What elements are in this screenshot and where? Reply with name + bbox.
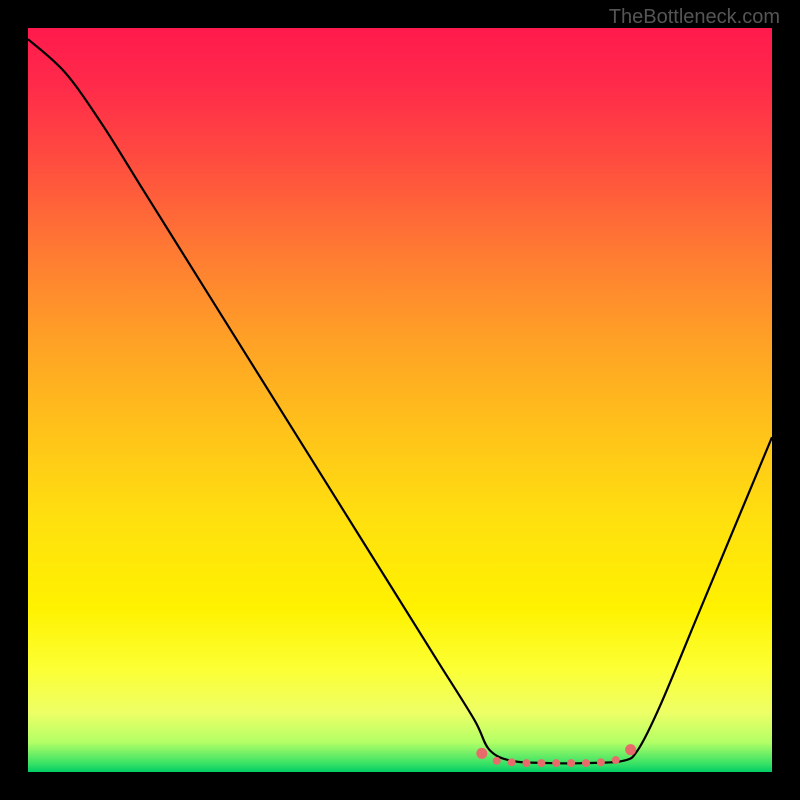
valley-marker-point xyxy=(508,758,516,766)
valley-marker-point xyxy=(537,759,545,767)
chart-plot-area xyxy=(28,28,772,772)
bottleneck-curve xyxy=(28,39,772,763)
valley-marker-point xyxy=(597,758,605,766)
valley-marker-point xyxy=(567,759,575,767)
valley-marker-point xyxy=(552,759,560,767)
valley-marker-point xyxy=(522,759,530,767)
valley-marker-point xyxy=(582,759,590,767)
valley-marker-point xyxy=(493,757,501,765)
watermark-text: TheBottleneck.com xyxy=(609,6,780,29)
valley-markers xyxy=(476,744,636,767)
chart-svg xyxy=(28,28,772,772)
valley-marker-point xyxy=(476,748,487,759)
valley-marker-point xyxy=(625,744,636,755)
valley-marker-point xyxy=(612,756,620,764)
